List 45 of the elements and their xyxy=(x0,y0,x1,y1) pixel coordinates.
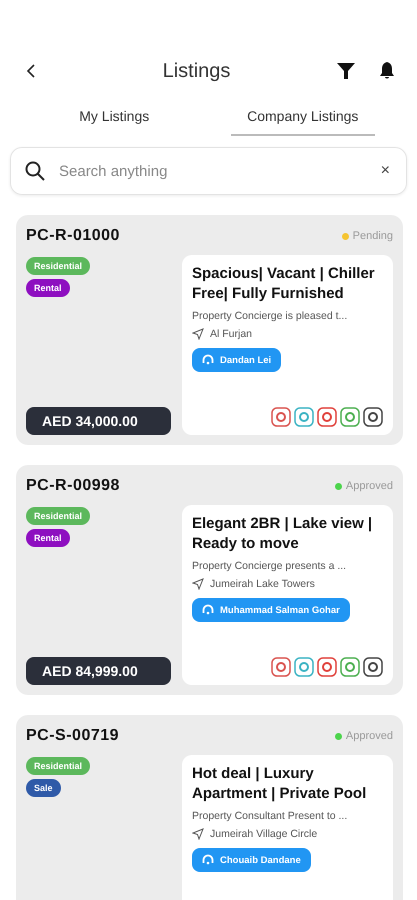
status-label: Approved xyxy=(346,480,393,492)
price-label: AED 34,000.00 xyxy=(26,407,171,435)
location-label: Jumeirah Village Circle xyxy=(210,828,318,840)
category-tag: Rental xyxy=(26,529,70,547)
headset-icon xyxy=(202,354,214,366)
tab[interactable]: My Listings xyxy=(42,102,186,136)
back-button[interactable] xyxy=(26,63,36,79)
portal-logo-icon[interactable] xyxy=(363,407,383,427)
location-arrow-icon xyxy=(192,328,204,340)
category-tag: Residential xyxy=(26,257,90,275)
status-label: Pending xyxy=(352,230,393,242)
price-label: AED 84,999.00 xyxy=(26,657,171,685)
location-arrow-icon xyxy=(192,828,204,840)
portal-logo-icon[interactable] xyxy=(363,657,383,677)
portal-logo-icon[interactable] xyxy=(317,407,337,427)
search-field[interactable]: Search anything × xyxy=(10,147,407,195)
listing-description: Property Concierge presents a ... xyxy=(192,560,348,572)
bell-icon[interactable] xyxy=(379,62,395,80)
category-tag: Residential xyxy=(26,757,90,775)
listing-reference: PC-R-01000 xyxy=(26,227,120,245)
listing-reference: PC-S-00719 xyxy=(26,727,120,745)
listing-title: Elegant 2BR | Lake view | Ready to move xyxy=(192,514,374,554)
listing-card[interactable]: PC-R-01000 Residential Rental AED 34,000.00 Pending Spacious| Vacant | Chiller Free| Fully Furnished Property Concierge is pleased t... Al Furjan Dandan Lei xyxy=(16,215,403,445)
listing-card[interactable]: PC-S-00719 Residential Sale Approved Hot deal | Luxury Apartment | Private Pool Property Consultant Present to ... Jumeirah Village Circle Chouaib Dandane xyxy=(16,715,403,900)
listing-title: Spacious| Vacant | Chiller Free| Fully Furnished xyxy=(192,264,376,304)
listing-card[interactable]: PC-R-00998 Residential Rental AED 84,999.00 Approved Elegant 2BR | Lake view | Ready to move Property Concierge presents a ... Jumeirah Lake Towers Muhammad Salman Gohar xyxy=(16,465,403,695)
search-icon xyxy=(25,161,45,181)
page-title: Listings xyxy=(162,60,232,82)
status-label: Approved xyxy=(346,730,393,742)
listing-title: Hot deal | Luxury Apartment | Private Pool xyxy=(192,764,368,804)
listing-description: Property Concierge is pleased t... xyxy=(192,310,348,322)
location-arrow-icon xyxy=(192,578,204,590)
clear-button[interactable]: × xyxy=(380,162,390,180)
listing-reference: PC-R-00998 xyxy=(26,477,120,495)
location-label: Jumeirah Lake Towers xyxy=(210,578,315,590)
category-tag: Residential xyxy=(26,507,90,525)
portal-logo-icon[interactable] xyxy=(317,657,337,677)
headset-icon xyxy=(202,854,214,866)
location-label: Al Furjan xyxy=(210,328,252,340)
headset-icon xyxy=(202,604,214,616)
listing-description: Property Consultant Present to ... xyxy=(192,810,348,822)
category-tag: Sale xyxy=(26,779,61,797)
tab[interactable]: Company Listings xyxy=(230,102,375,136)
category-tag: Rental xyxy=(26,279,70,297)
filter-icon[interactable] xyxy=(337,63,355,79)
